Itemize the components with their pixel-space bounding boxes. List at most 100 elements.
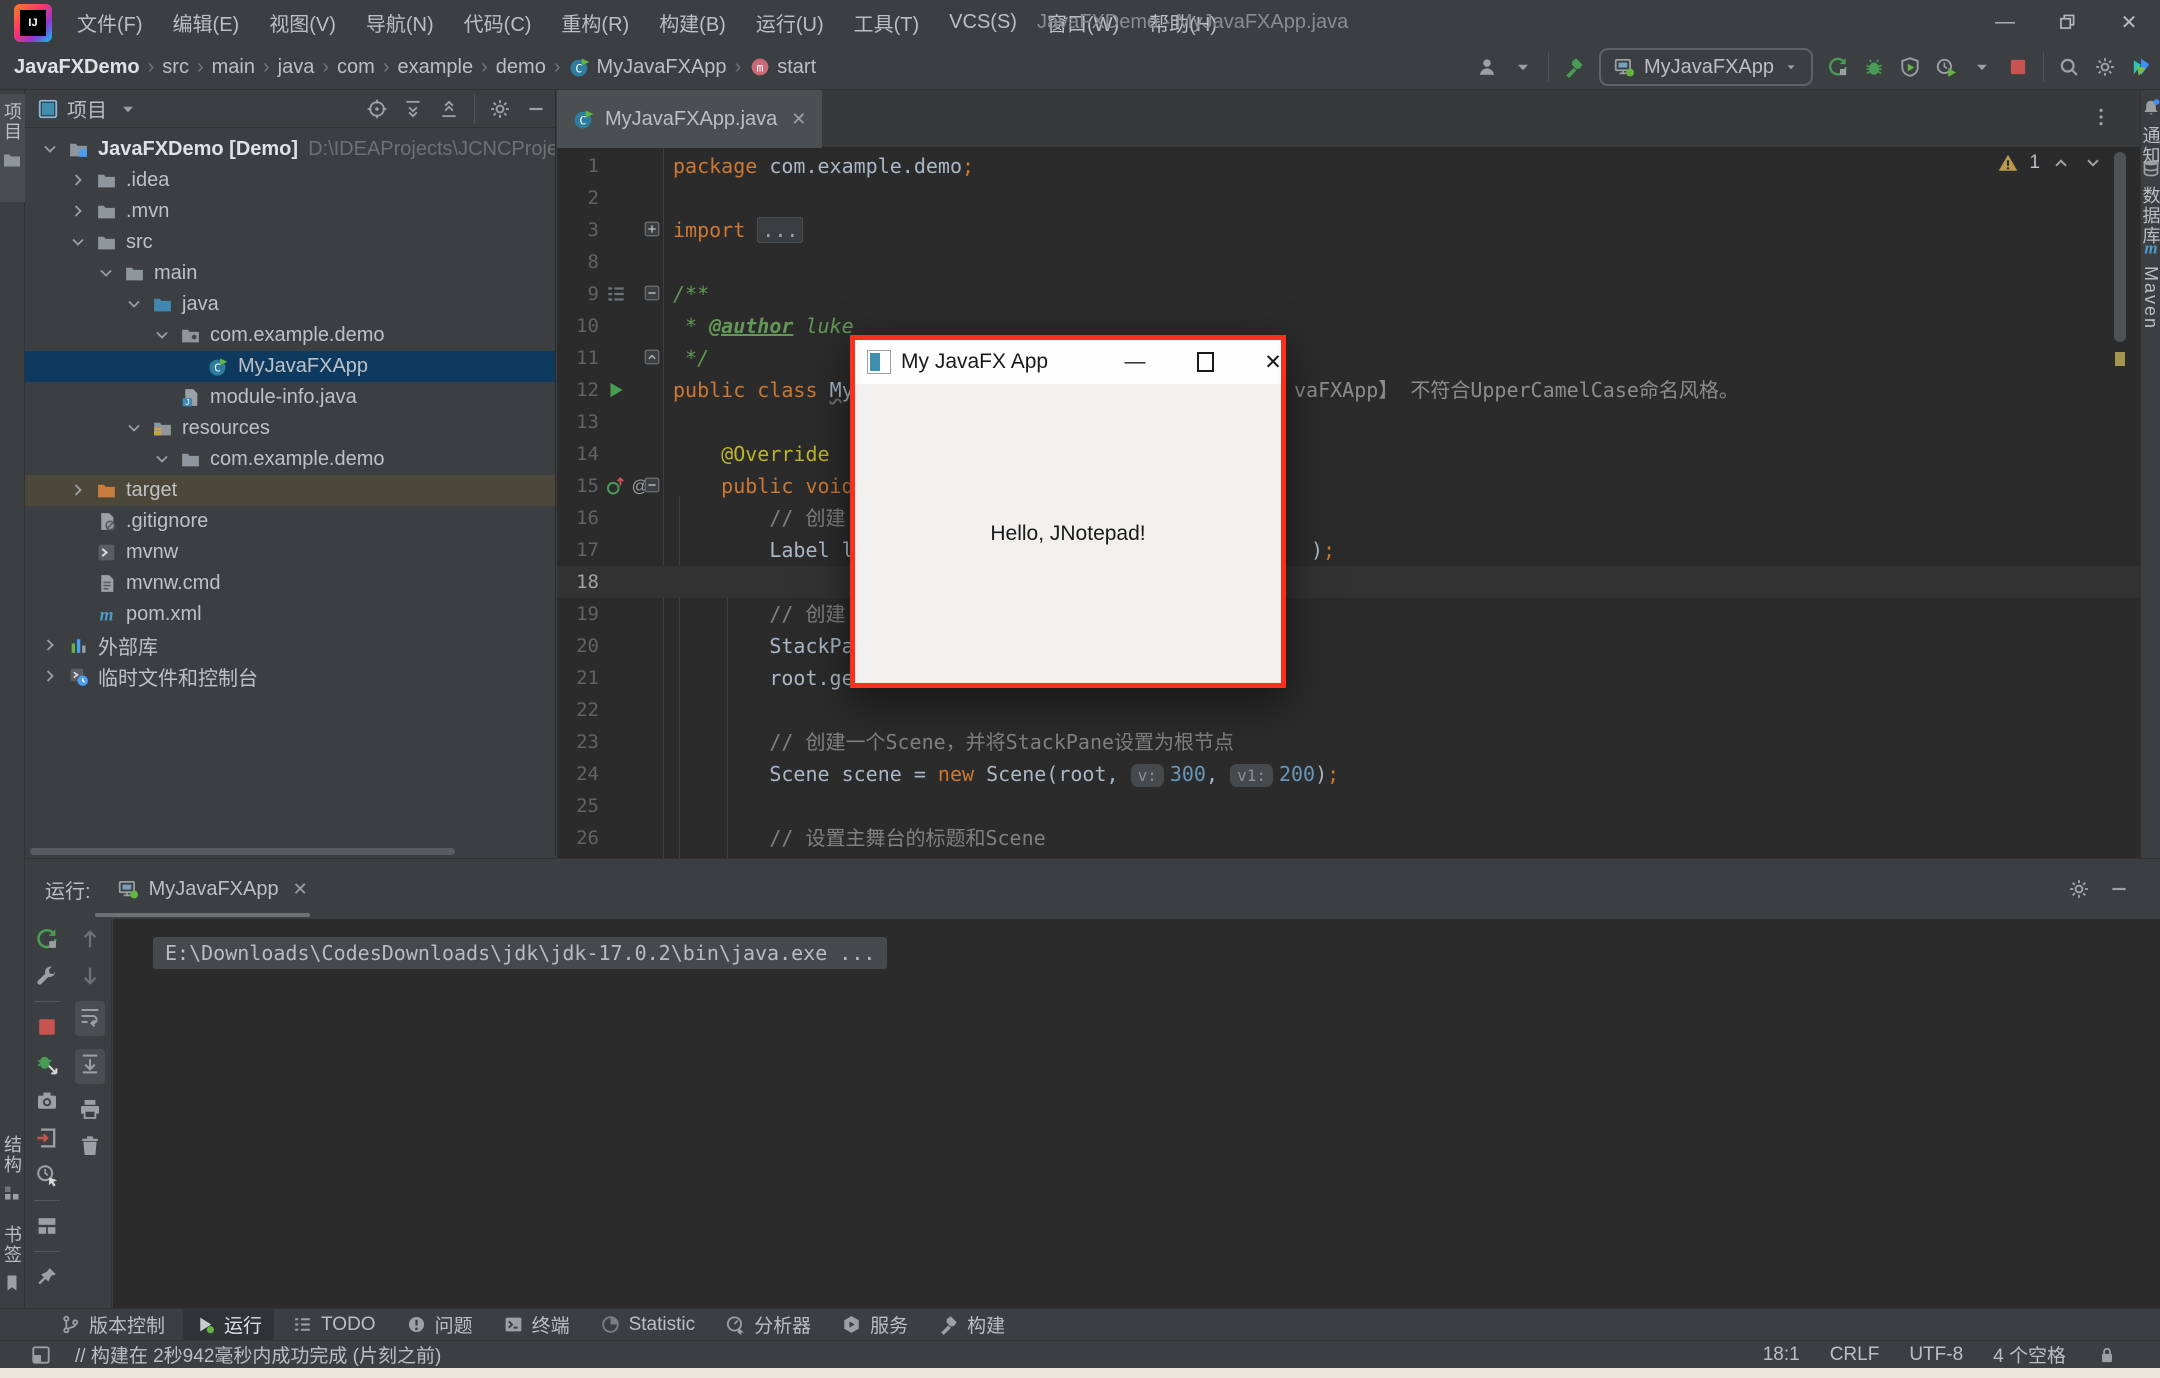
layout-restore-icon[interactable] — [35, 1214, 59, 1238]
run-tab-close-icon[interactable]: ✕ — [293, 879, 308, 900]
collapse-all-icon[interactable] — [438, 98, 460, 120]
warning-stripe-mark[interactable] — [2115, 352, 2125, 366]
tree-chevron-icon[interactable] — [124, 418, 144, 438]
breadcrumb-item[interactable]: mstart — [749, 56, 816, 79]
hide-minus-icon[interactable] — [525, 98, 547, 120]
search-icon[interactable] — [2058, 56, 2080, 78]
editor[interactable]: C MyJavaFXApp.java ✕ 1package com.exampl… — [557, 90, 2140, 858]
inspections-widget[interactable]: 1 — [1997, 152, 2104, 174]
stop-icon[interactable] — [35, 1015, 59, 1039]
stop-icon[interactable] — [2007, 56, 2029, 78]
locate-icon[interactable] — [366, 98, 388, 120]
file-encoding[interactable]: UTF-8 — [1909, 1344, 1963, 1366]
menu-item[interactable]: 文件(F) — [62, 8, 158, 37]
fold-minus-icon[interactable] — [643, 476, 661, 494]
close-button[interactable]: ✕ — [2098, 0, 2160, 44]
tree-row[interactable]: com.example.demo — [25, 444, 556, 475]
tree-chevron-icon[interactable] — [40, 139, 60, 159]
camera-icon[interactable] — [35, 1089, 59, 1113]
breadcrumb-item[interactable]: com — [337, 56, 375, 79]
exit-red-icon[interactable] — [35, 1126, 59, 1150]
rerun-icon[interactable] — [1827, 56, 1849, 78]
tree-chevron-icon[interactable] — [68, 170, 88, 190]
tree-row[interactable]: JavaFXDemo [Demo]D:\IDEAProjects\JCNCPro… — [25, 134, 556, 165]
tree-chevron-icon[interactable] — [68, 480, 88, 500]
tree-chevron-icon[interactable] — [40, 666, 60, 686]
soft-wrap-toggle[interactable] — [75, 1001, 105, 1036]
app-logo-icon[interactable]: IJ — [14, 4, 52, 42]
stripe-button-数据库[interactable]: 数据库 — [2141, 158, 2160, 246]
tree-row[interactable]: target — [25, 475, 556, 506]
run-tab[interactable]: MyJavaFXApp ✕ — [117, 878, 308, 901]
indent-setting[interactable]: 4 个空格 — [1993, 1341, 2066, 1368]
run-config-combo[interactable]: MyJavaFXApp — [1599, 48, 1813, 86]
javafx-close-button[interactable]: ✕ — [1251, 340, 1295, 384]
run-triangle-icon[interactable] — [605, 379, 627, 401]
toolbox-colorful-icon[interactable] — [2130, 56, 2152, 78]
trash-icon[interactable] — [78, 1134, 102, 1158]
menu-item[interactable]: 重构(R) — [546, 8, 644, 37]
fold-plus-icon[interactable] — [643, 220, 661, 238]
tree-row[interactable]: resources — [25, 413, 556, 444]
tool-window-button-问题[interactable]: 问题 — [394, 1308, 485, 1341]
tree-row[interactable]: mpom.xml — [25, 599, 556, 630]
menu-item[interactable]: 工具(T) — [839, 8, 935, 37]
breadcrumb-item[interactable]: example — [398, 56, 474, 79]
tree-chevron-icon[interactable] — [68, 232, 88, 252]
settings-wrench-icon[interactable] — [35, 964, 59, 988]
scroll-end-icon[interactable] — [78, 1052, 102, 1076]
stripe-button-书签[interactable]: 书签 — [0, 1225, 24, 1293]
tree-chevron-icon[interactable] — [96, 263, 116, 283]
tree-chevron-icon[interactable] — [124, 294, 144, 314]
hide-minus-icon[interactable] — [2108, 878, 2130, 900]
stripe-button-结构[interactable]: 结构 — [0, 1135, 24, 1203]
tool-window-button-版本控制[interactable]: 版本控制 — [48, 1308, 177, 1341]
javafx-maximize-button[interactable] — [1183, 340, 1227, 384]
tool-window-button-终端[interactable]: 终端 — [491, 1308, 582, 1341]
next-problem-icon[interactable] — [2082, 152, 2104, 174]
javafx-titlebar[interactable]: My JavaFX App — ✕ — [855, 340, 1281, 384]
breadcrumb-item[interactable]: demo — [496, 56, 546, 79]
tool-window-switcher-icon[interactable] — [30, 1344, 52, 1366]
settings-gear-icon[interactable] — [489, 98, 511, 120]
scroll-end-toggle[interactable] — [75, 1049, 105, 1084]
tree-row[interactable]: com.example.demo — [25, 320, 556, 351]
tool-window-button-构建[interactable]: 构建 — [926, 1308, 1017, 1341]
tree-row[interactable]: Jmodule-info.java — [25, 382, 556, 413]
tab-options-icon[interactable] — [2090, 106, 2112, 128]
javafx-app-window[interactable]: My JavaFX App — ✕ Hello, JNotepad! — [850, 335, 1286, 688]
tool-window-button-服务[interactable]: 服务 — [829, 1308, 920, 1341]
tree-row[interactable]: java — [25, 289, 556, 320]
profiler-cursor-icon[interactable] — [35, 1163, 59, 1187]
tool-window-button-运行[interactable]: 运行 — [183, 1308, 274, 1341]
tree-row[interactable]: mvnw — [25, 537, 556, 568]
arrow-down-icon[interactable] — [78, 964, 102, 988]
console-command-line[interactable]: E:\Downloads\CodesDownloads\jdk\jdk-17.0… — [153, 937, 887, 969]
chevron-sm-icon[interactable] — [1512, 56, 1534, 78]
profiler-clock-icon[interactable] — [1935, 56, 1957, 78]
editor-scrollbar[interactable] — [2114, 152, 2126, 342]
tab-close-icon[interactable]: ✕ — [791, 109, 806, 130]
tree-row[interactable]: mvnw.cmd — [25, 568, 556, 599]
fold-minus-icon[interactable] — [643, 284, 661, 302]
soft-wrap-icon[interactable] — [78, 1004, 102, 1028]
run-console[interactable]: E:\Downloads\CodesDownloads\jdk\jdk-17.0… — [113, 919, 2160, 1308]
project-panel-title[interactable]: 项目 — [67, 94, 107, 123]
caret-position[interactable]: 18:1 — [1763, 1344, 1800, 1366]
stripe-button-通知[interactable]: 通知 — [2141, 98, 2160, 166]
tree-row[interactable]: main — [25, 258, 556, 289]
menu-item[interactable]: 导航(N) — [351, 8, 449, 37]
breadcrumb-item[interactable]: CMyJavaFXApp — [569, 56, 727, 79]
rerun-icon[interactable] — [35, 927, 59, 951]
breadcrumb-item[interactable]: main — [212, 56, 255, 79]
settings-gear-icon[interactable] — [2094, 56, 2116, 78]
tree-row[interactable]: 临时文件和控制台 — [25, 661, 556, 692]
menu-item[interactable]: 构建(B) — [644, 8, 741, 37]
user-icon[interactable] — [1476, 56, 1498, 78]
menu-item[interactable]: 编辑(E) — [158, 8, 255, 37]
tree-row[interactable]: 外部库 — [25, 630, 556, 661]
tree-row[interactable]: src — [25, 227, 556, 258]
build-hammer-icon[interactable] — [1563, 56, 1585, 78]
prev-problem-icon[interactable] — [2050, 152, 2072, 174]
breadcrumb-item[interactable]: JavaFXDemo — [14, 56, 140, 79]
